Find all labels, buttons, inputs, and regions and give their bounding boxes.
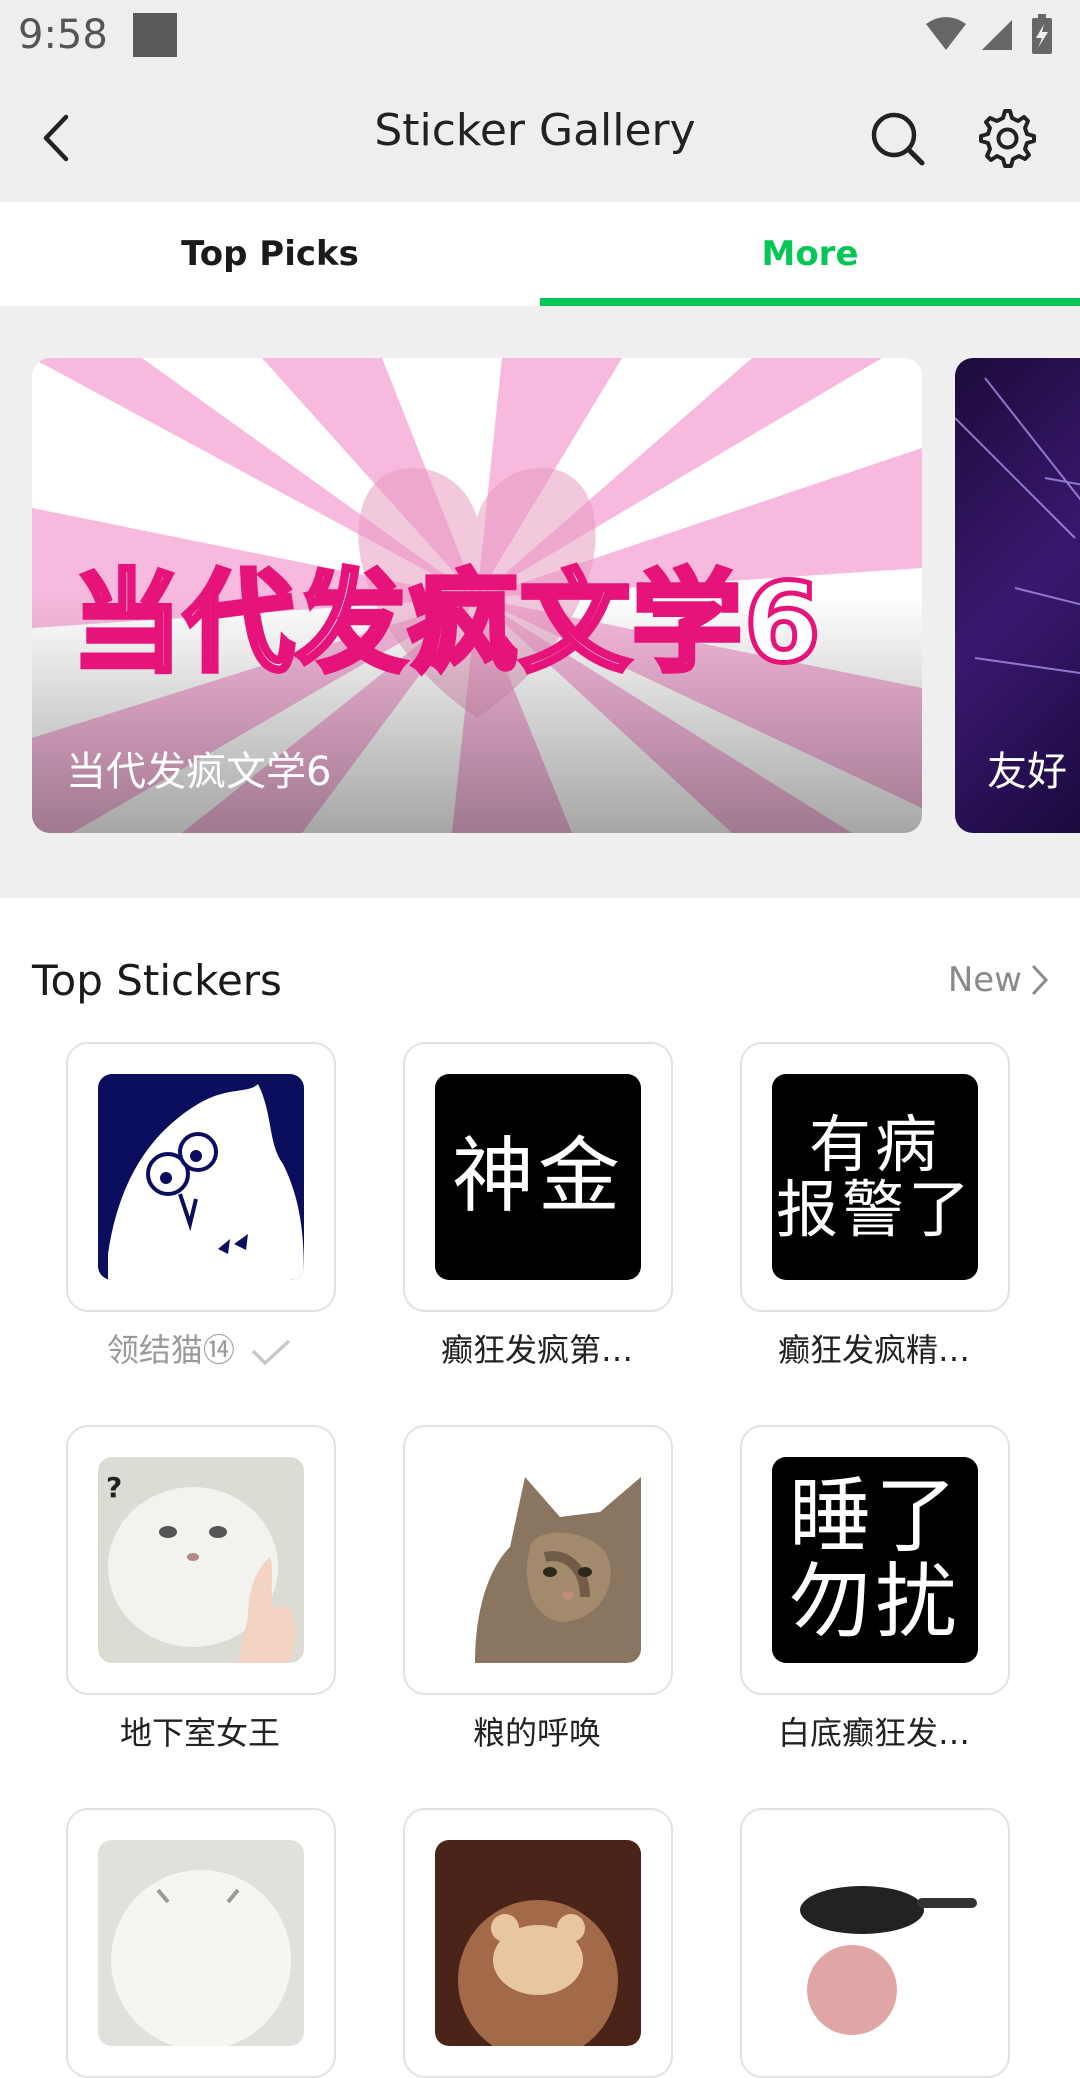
sticker-name: 白底癫狂发…: [777, 1714, 970, 1752]
gear-icon[interactable]: [970, 103, 1040, 173]
svg-text:?: ?: [106, 1471, 122, 1504]
section-header: Top Stickers New: [0, 898, 1080, 1038]
sticker-name: 领结猫⑭: [32, 1325, 368, 1371]
checkmark-icon: [251, 1339, 291, 1366]
tab-more[interactable]: More: [540, 202, 1080, 306]
new-link[interactable]: New: [948, 960, 1050, 1000]
sticker-name-text: 领结猫⑭: [106, 1331, 235, 1369]
status-time: 9:58: [18, 12, 108, 58]
sticker-image: ?: [98, 1457, 304, 1663]
chevron-right-icon: [1032, 965, 1049, 995]
sticker-name: 癫狂发疯精…: [777, 1331, 970, 1369]
tab-top-picks[interactable]: Top Picks: [0, 202, 540, 306]
banner-title-art: 当代发疯文学6: [70, 557, 824, 690]
sticker-image-text: 神金: [451, 1128, 624, 1224]
sticker-thumbnail[interactable]: [403, 1808, 673, 2078]
tab-bar: Top Picks More: [0, 202, 1080, 308]
banner-card[interactable]: 友好: [955, 358, 1080, 833]
sticker-image: [435, 1840, 641, 2046]
sticker-image: [98, 1840, 304, 2046]
sticker-image-text: 睡了: [788, 1468, 961, 1564]
sticker-image: [435, 1457, 641, 1663]
sticker-thumbnail[interactable]: 神金: [403, 1042, 673, 1312]
sticker-image: 神金: [435, 1074, 641, 1280]
cellular-icon: [982, 20, 1012, 50]
notification-icon: [133, 13, 177, 57]
sticker-name: 粮的呼唤: [472, 1714, 601, 1752]
banner-caption: 友好: [987, 749, 1067, 795]
app-bar: Sticker Gallery: [0, 75, 1080, 202]
status-bar: 9:58: [0, 0, 1080, 75]
new-link-label: New: [947, 960, 1022, 1000]
section-title: Top Stickers: [32, 956, 282, 1005]
search-icon[interactable]: [862, 103, 932, 173]
sticker-image: 睡了 勿扰: [772, 1457, 978, 1663]
sticker-thumbnail[interactable]: [66, 1042, 336, 1312]
sticker-name: 地下室女王: [119, 1714, 280, 1752]
sticker-image: 有病 报警了: [772, 1074, 978, 1280]
sticker-image-text: 勿扰: [788, 1555, 961, 1650]
status-icons: [926, 14, 1052, 54]
sticker-thumbnail[interactable]: [403, 1425, 673, 1695]
battery-icon: [1032, 14, 1052, 54]
sticker-name: 癫狂发疯第…: [440, 1331, 633, 1369]
banner-carousel[interactable]: 当代发疯文学6 当代发疯文学6 友好: [0, 306, 1080, 898]
sticker-thumbnail[interactable]: 睡了 勿扰: [740, 1425, 1010, 1695]
sticker-thumbnail[interactable]: [66, 1808, 336, 2078]
sticker-thumbnail[interactable]: [740, 1808, 1010, 2078]
sticker-grid: 领结猫⑭ 神金 癫狂发疯第… 有病 报警了 癫狂发疯精… ? 地下室女王 粮的呼…: [0, 1040, 1080, 2078]
wifi-icon: [926, 17, 966, 50]
sticker-image: [98, 1074, 304, 1280]
sticker-thumbnail[interactable]: 有病 报警了: [740, 1042, 1010, 1312]
sticker-image-text: 有病: [808, 1107, 941, 1181]
banner-card[interactable]: 当代发疯文学6 当代发疯文学6: [32, 358, 922, 833]
banner-caption: 当代发疯文学6: [66, 749, 332, 795]
sticker-image-text: 报警了: [775, 1173, 974, 1246]
sticker-image: [772, 1840, 978, 2046]
active-tab-indicator: [540, 298, 1080, 306]
sticker-thumbnail[interactable]: ?: [66, 1425, 336, 1695]
